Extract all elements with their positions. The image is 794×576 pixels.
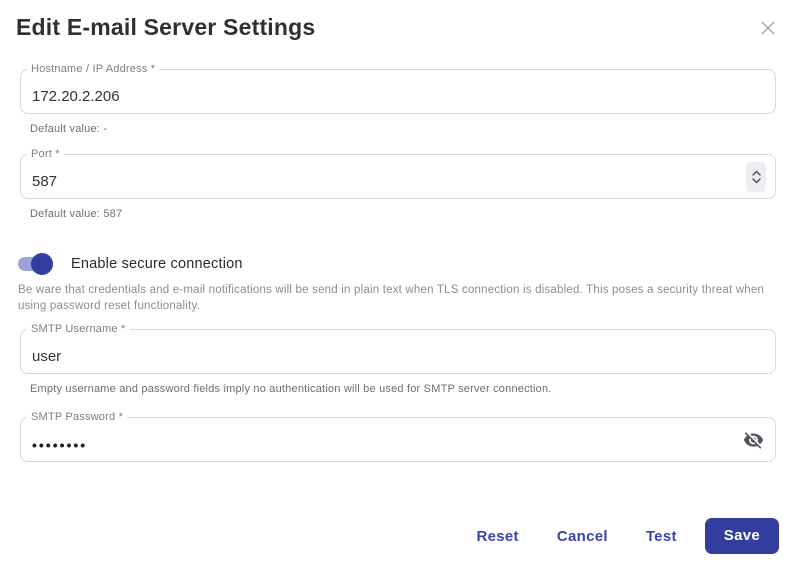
save-button[interactable]: Save [704, 518, 779, 554]
dialog-actions: Reset Cancel Test Save [20, 518, 779, 554]
visibility-off-icon [743, 431, 764, 449]
close-icon [761, 21, 775, 35]
secure-connection-row: Enable secure connection [18, 252, 776, 276]
secure-connection-label: Enable secure connection [71, 256, 243, 272]
smtp-password-field: SMTP Password * [20, 411, 776, 462]
edit-email-server-settings-dialog: Edit E-mail Server Settings Hostname / I… [0, 0, 794, 576]
cancel-button[interactable]: Cancel [557, 528, 608, 545]
smtp-username-field: SMTP Username * [20, 323, 776, 374]
stepper-up-icon [751, 170, 761, 176]
smtp-username-helper-text: Empty username and password fields imply… [30, 383, 552, 395]
port-stepper[interactable] [746, 161, 766, 192]
dialog-header: Edit E-mail Server Settings [0, 0, 794, 41]
hostname-input[interactable] [21, 70, 775, 113]
close-button[interactable] [756, 16, 780, 40]
secure-connection-toggle[interactable] [18, 252, 53, 276]
email-server-form: Hostname / IP Address * Default value: -… [18, 63, 779, 554]
dialog-title: Edit E-mail Server Settings [16, 14, 316, 40]
port-helper-text: Default value: 587 [30, 208, 123, 220]
toggle-password-visibility-button[interactable] [742, 428, 765, 451]
reset-button[interactable]: Reset [476, 528, 518, 545]
test-button[interactable]: Test [646, 528, 677, 545]
tls-warning-text: Be ware that credentials and e-mail noti… [18, 284, 765, 312]
toggle-thumb [31, 253, 53, 275]
smtp-username-input[interactable] [21, 330, 775, 373]
smtp-password-input[interactable] [21, 418, 775, 461]
hostname-field: Hostname / IP Address * [20, 63, 776, 114]
stepper-down-icon [751, 177, 761, 183]
port-input[interactable] [21, 155, 775, 198]
hostname-helper-text: Default value: - [30, 123, 108, 135]
port-field: Port * [20, 148, 776, 199]
